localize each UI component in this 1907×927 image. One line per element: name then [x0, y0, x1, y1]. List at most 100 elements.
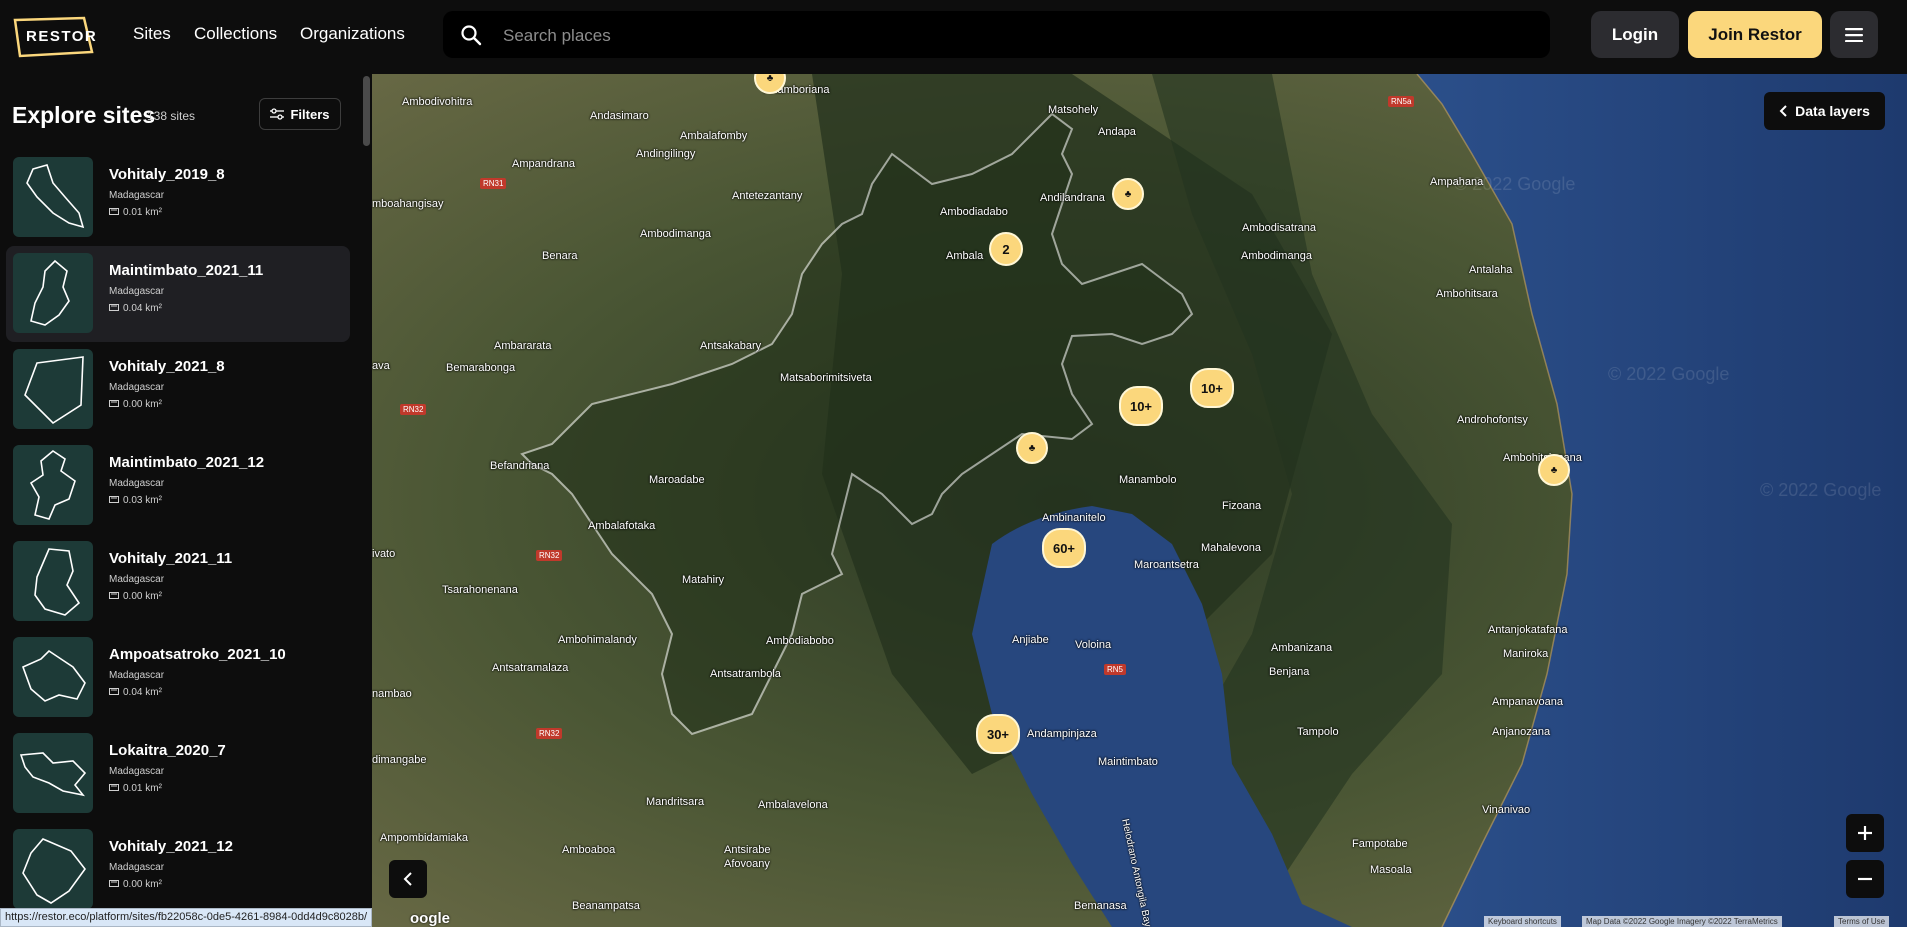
site-card[interactable]: Vohitaly_2021_8 Madagascar 0.00 km²: [6, 342, 350, 438]
site-area: 0.01 km²: [109, 783, 162, 794]
map-watermark: © 2022 Google: [1454, 174, 1576, 194]
place-label: Androhofontsy: [1457, 414, 1528, 426]
site-cluster-marker[interactable]: 30+: [976, 714, 1020, 754]
place-label: Ampandrana: [512, 158, 575, 170]
place-label: Benjana: [1269, 666, 1310, 678]
place-label: mboahangisay: [372, 198, 444, 210]
nav-sites[interactable]: Sites: [133, 24, 171, 44]
place-label: Ambodisatrana: [1242, 222, 1316, 234]
login-button[interactable]: Login: [1591, 11, 1679, 58]
site-name: Ampoatsatroko_2021_10: [109, 646, 286, 663]
site-area: 0.04 km²: [109, 303, 162, 314]
site-area: 0.00 km²: [109, 879, 162, 890]
place-label: Ampanavoana: [1492, 696, 1563, 708]
restor-logo[interactable]: RESTOR: [12, 16, 96, 58]
nav-collections[interactable]: Collections: [194, 24, 277, 44]
site-area: 0.00 km²: [109, 399, 162, 410]
road-badge: RN31: [480, 178, 507, 189]
site-area-value: 0.01 km²: [123, 783, 162, 794]
place-label: Masoala: [1370, 864, 1412, 876]
road-badge: RN32: [400, 404, 427, 415]
site-cluster-marker[interactable]: 60+: [1042, 528, 1086, 568]
site-cluster-marker[interactable]: 10+: [1190, 368, 1234, 408]
place-label: Andampinjaza: [1027, 728, 1097, 740]
site-country: Madagascar: [109, 670, 165, 681]
site-cluster-marker[interactable]: 2: [989, 232, 1023, 266]
place-label: Ambanizana: [1271, 642, 1333, 654]
chevron-left-icon: [403, 872, 412, 886]
road-badge: RN32: [536, 728, 563, 739]
place-label: Ambalafotaka: [588, 520, 656, 532]
place-label: Ambohitsara: [1436, 288, 1498, 300]
site-name: Vohitaly_2021_11: [109, 550, 233, 567]
site-thumbnail: [13, 637, 93, 717]
terms-of-use-link[interactable]: Terms of Use: [1834, 916, 1890, 927]
site-card[interactable]: Lokaitra_2020_7 Madagascar 0.01 km²: [6, 726, 350, 822]
place-label: Antsatrambola: [710, 668, 781, 680]
tree-marker-icon: ♣: [1028, 442, 1036, 454]
nav-organizations[interactable]: Organizations: [300, 24, 405, 44]
map-view[interactable]: Anamboriana Ambodivohitra Andasimaro Amb…: [372, 74, 1907, 927]
map-watermark: © 2022 Google: [1608, 364, 1730, 384]
site-thumbnail: [13, 541, 93, 621]
place-label: Antsatramalaza: [492, 662, 569, 674]
road-badge: RN5: [1104, 664, 1127, 675]
sliders-icon: [270, 108, 285, 120]
site-country: Madagascar: [109, 574, 165, 585]
sidebar-scrollbar[interactable]: [363, 76, 370, 146]
site-country: Madagascar: [109, 286, 165, 297]
place-label: Ambalavelona: [758, 799, 828, 811]
place-label: Maroantsetra: [1134, 559, 1199, 571]
site-card[interactable]: Vohitaly_2021_12 Madagascar 0.00 km²: [6, 822, 350, 918]
site-area-value: 0.04 km²: [123, 303, 162, 314]
site-thumbnail: [13, 445, 93, 525]
place-label: Ambodiabobo: [766, 635, 834, 647]
explore-sites-title: Explore sites: [12, 102, 156, 128]
site-card[interactable]: Ampoatsatroko_2021_10 Madagascar 0.04 km…: [6, 630, 350, 726]
place-label: Ambodimanga: [640, 228, 711, 240]
site-thumbnail: [13, 253, 93, 333]
ruler-icon: [109, 591, 119, 602]
place-label: Ambalafomby: [680, 130, 748, 142]
collapse-sidebar-button[interactable]: [389, 860, 427, 898]
site-pin[interactable]: ♣: [1016, 432, 1048, 464]
site-pin[interactable]: ♣: [1538, 454, 1570, 486]
road-badge: RN5a: [1388, 96, 1415, 107]
site-pin[interactable]: ♣: [1112, 178, 1144, 210]
filters-button[interactable]: Filters: [259, 98, 341, 130]
site-country: Madagascar: [109, 478, 165, 489]
place-label: Andapa: [1098, 126, 1136, 138]
minus-icon: [1858, 877, 1872, 881]
site-card[interactable]: Maintimbato_2021_12 Madagascar 0.03 km²: [6, 438, 350, 534]
place-label: Beanampatsa: [572, 900, 640, 912]
site-card[interactable]: Vohitaly_2019_8 Madagascar 0.01 km²: [6, 150, 350, 246]
place-label: Maroadabe: [649, 474, 705, 486]
place-label: Antetezantany: [732, 190, 803, 202]
site-name: Vohitaly_2021_12: [109, 838, 233, 855]
join-restor-button[interactable]: Join Restor: [1688, 11, 1822, 58]
ruler-icon: [109, 207, 119, 218]
place-label: Ambinanitelo: [1042, 512, 1106, 524]
keyboard-shortcuts-link[interactable]: Keyboard shortcuts: [1484, 916, 1561, 927]
search-bar[interactable]: [443, 11, 1550, 60]
zoom-in-button[interactable]: [1846, 814, 1884, 852]
site-thumbnail: [13, 733, 93, 813]
place-label: Ampombidamiaka: [380, 832, 469, 844]
site-area: 0.03 km²: [109, 495, 162, 506]
place-label: Bemarabonga: [446, 362, 516, 374]
chevron-left-icon: [1779, 105, 1787, 117]
site-list: Vohitaly_2019_8 Madagascar 0.01 km² Main…: [6, 150, 350, 918]
site-card[interactable]: Vohitaly_2021_11 Madagascar 0.00 km²: [6, 534, 350, 630]
place-label: Antsakabary: [700, 340, 762, 352]
zoom-out-button[interactable]: [1846, 860, 1884, 898]
site-card-selected[interactable]: Maintimbato_2021_11 Madagascar 0.04 km²: [6, 246, 350, 342]
site-area-value: 0.01 km²: [123, 207, 162, 218]
site-cluster-marker[interactable]: 10+: [1119, 386, 1163, 426]
place-label: Ambodiadabo: [940, 206, 1008, 218]
data-layers-button[interactable]: Data layers: [1764, 92, 1885, 130]
menu-button[interactable]: [1830, 11, 1878, 58]
place-label: Tampolo: [1297, 726, 1339, 738]
google-logo: oogle: [410, 910, 450, 927]
search-input[interactable]: [501, 11, 1535, 60]
site-area-value: 0.04 km²: [123, 687, 162, 698]
